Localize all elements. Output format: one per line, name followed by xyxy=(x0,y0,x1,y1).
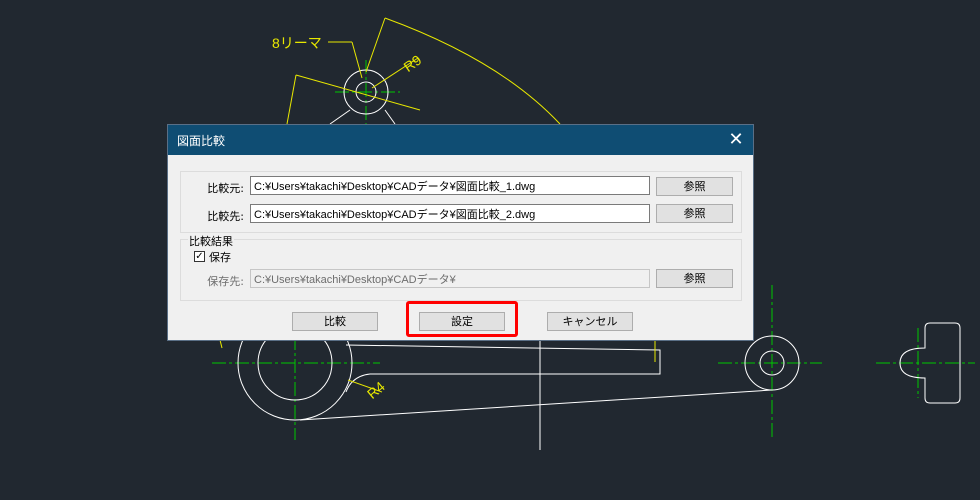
reamer-note: 8リーマ xyxy=(272,35,322,51)
save-checkbox[interactable]: ✓ xyxy=(194,251,205,262)
save-to-input[interactable] xyxy=(250,269,650,288)
settings-highlight-box xyxy=(406,301,518,337)
radius-label-r4: R4 xyxy=(364,378,388,402)
save-to-label: 保存先: xyxy=(207,275,244,288)
close-icon[interactable]: ✕ xyxy=(725,129,747,151)
cancel-button[interactable]: キャンセル xyxy=(547,312,633,331)
save-checkbox-label: 保存 xyxy=(209,251,231,264)
radius-label-r9: R9 xyxy=(400,52,424,75)
target-file-input[interactable] xyxy=(250,204,650,223)
dialog-titlebar[interactable]: 図面比較 ✕ xyxy=(168,125,753,155)
target-browse-button[interactable]: 参照 xyxy=(656,204,733,223)
source-file-input[interactable] xyxy=(250,176,650,195)
result-group-label: 比較結果 xyxy=(188,233,234,249)
save-to-browse-button[interactable]: 参照 xyxy=(656,269,733,288)
target-label: 比較先: xyxy=(207,210,244,223)
source-label: 比較元: xyxy=(207,182,244,195)
source-browse-button[interactable]: 参照 xyxy=(656,177,733,196)
dialog-title: 図面比較 xyxy=(177,134,226,148)
compare-button[interactable]: 比較 xyxy=(292,312,378,331)
